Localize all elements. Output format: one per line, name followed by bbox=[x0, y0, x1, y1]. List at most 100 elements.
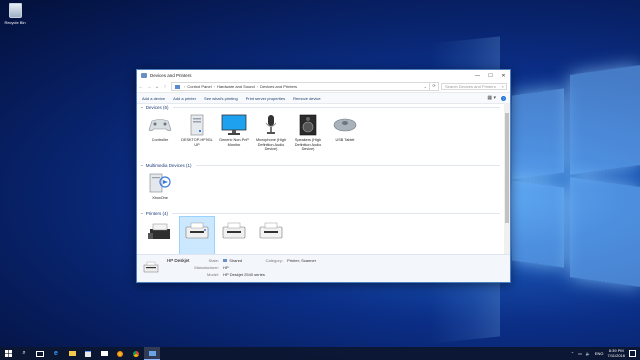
group-divider bbox=[172, 212, 500, 214]
scrollbar-thumb[interactable] bbox=[505, 113, 509, 223]
search-placeholder: Search Devices and Printers bbox=[445, 84, 496, 89]
device-item-desktop[interactable]: DESKTOP-HF9GL UP bbox=[180, 111, 214, 161]
printer-item-fax[interactable] bbox=[143, 217, 177, 254]
start-button[interactable] bbox=[0, 347, 16, 360]
file-explorer-taskbar-button[interactable] bbox=[64, 347, 80, 360]
device-item-xboxone[interactable]: XboxOne bbox=[143, 169, 177, 209]
mail-taskbar-button[interactable] bbox=[96, 347, 112, 360]
breadcrumb-dropdown-icon[interactable]: ⌄ bbox=[424, 84, 427, 89]
search-icon: ⌕ bbox=[22, 350, 26, 356]
edge-icon: e bbox=[54, 350, 58, 357]
control-panel-icon bbox=[148, 350, 156, 356]
chevron-down-icon[interactable]: ⌄ bbox=[140, 104, 144, 110]
device-item-microphone[interactable]: Microphone (High Definition Audio Device… bbox=[254, 111, 288, 161]
device-item-speakers[interactable]: Speakers (High Definition Audio Device) bbox=[291, 111, 325, 161]
refresh-icon[interactable]: ⟳ bbox=[430, 82, 439, 91]
help-icon[interactable]: ? bbox=[501, 95, 506, 101]
store-taskbar-button[interactable] bbox=[80, 347, 96, 360]
device-item-controller[interactable]: Controller bbox=[143, 111, 177, 161]
computer-tower-icon bbox=[184, 113, 210, 137]
windows-start-icon bbox=[4, 350, 12, 357]
group-title: Multimedia Devices (1) bbox=[145, 162, 192, 168]
windows-logo-pane bbox=[512, 88, 564, 180]
breadcrumb-separator-icon: › bbox=[213, 84, 215, 89]
media-device-icon bbox=[147, 171, 173, 195]
printer-item-3[interactable] bbox=[254, 217, 288, 254]
shared-icon bbox=[223, 259, 228, 262]
group-title: Devices (6) bbox=[145, 104, 169, 110]
state-row: State: Shared bbox=[189, 258, 243, 263]
manufacturer-row: Manufacturer: HP bbox=[189, 265, 228, 270]
group-header-devices[interactable]: ⌄ Devices (6) bbox=[137, 103, 504, 111]
firefox-icon bbox=[117, 350, 123, 357]
print-server-properties-button[interactable]: Print server properties bbox=[246, 96, 285, 101]
network-icon[interactable]: ▭ bbox=[578, 351, 582, 356]
minimize-button[interactable]: — bbox=[471, 70, 484, 81]
group-header-multimedia[interactable]: ⌄ Multimedia Devices (1) bbox=[137, 161, 504, 169]
breadcrumb-item[interactable]: Hardware and Sound bbox=[217, 84, 255, 89]
breadcrumb-separator-icon: › bbox=[184, 84, 186, 89]
taskbar: ⌕ e ⌃ ▭ 🔈 ENG 8:39 PM 7/11/2016 bbox=[0, 347, 640, 360]
firefox-taskbar-button[interactable] bbox=[112, 347, 128, 360]
remove-device-button[interactable]: Remove device bbox=[293, 96, 321, 101]
chrome-icon bbox=[133, 350, 139, 357]
state-label: State: bbox=[208, 258, 219, 263]
window-title: Devices and Printers bbox=[150, 73, 192, 78]
group-divider bbox=[195, 164, 500, 166]
group-header-printers[interactable]: ⌄ Printers (4) bbox=[137, 209, 504, 217]
clock[interactable]: 8:39 PM 7/11/2016 bbox=[608, 348, 626, 358]
category-row: Category: Printer; Scanner bbox=[253, 258, 316, 263]
windows-logo-pane bbox=[570, 177, 640, 287]
breadcrumb[interactable]: › Control Panel › Hardware and Sound › D… bbox=[171, 82, 430, 91]
device-label: Generic Non-PnP Monitor bbox=[219, 138, 249, 147]
maximize-button[interactable]: ☐ bbox=[484, 70, 497, 81]
category-label: Category: bbox=[265, 258, 283, 263]
view-options-icon[interactable]: ▦ ▾ bbox=[487, 95, 496, 101]
recent-locations-chevron-icon[interactable]: ⌄ bbox=[153, 84, 161, 90]
add-device-button[interactable]: Add a device bbox=[142, 96, 165, 101]
device-item-monitor[interactable]: Generic Non-PnP Monitor bbox=[217, 111, 251, 161]
speaker-icon bbox=[295, 113, 321, 137]
model-label: Model: bbox=[206, 272, 219, 277]
system-tray: ⌃ ▭ 🔈 ENG 8:39 PM 7/11/2016 bbox=[571, 348, 640, 358]
breadcrumb-item[interactable]: Devices and Printers bbox=[260, 84, 297, 89]
edge-taskbar-button[interactable]: e bbox=[48, 347, 64, 360]
state-value: Shared bbox=[229, 258, 243, 263]
printer-item-2[interactable] bbox=[217, 217, 251, 254]
recycle-bin-shortcut[interactable]: Recycle Bin bbox=[3, 3, 27, 25]
printer-item-hp-deskjet[interactable] bbox=[179, 216, 215, 254]
chevron-down-icon[interactable]: ⌄ bbox=[140, 210, 144, 216]
devices-and-printers-window: Devices and Printers — ☐ ✕ ← → ⌄ ↑ › Con… bbox=[136, 69, 511, 283]
language-indicator[interactable]: ENG bbox=[595, 351, 604, 356]
gamepad-icon bbox=[147, 113, 173, 137]
search-input[interactable]: Search Devices and Printers ⌕ bbox=[441, 83, 507, 90]
printer-icon bbox=[184, 219, 210, 243]
printer-icon bbox=[221, 219, 247, 243]
forward-arrow-icon[interactable]: → bbox=[145, 84, 153, 90]
add-printer-button[interactable]: Add a printer bbox=[173, 96, 196, 101]
windows-logo-pane bbox=[570, 65, 640, 175]
control-panel-taskbar-button[interactable] bbox=[144, 347, 160, 360]
model-value: HP Deskjet 2540 series bbox=[223, 272, 265, 277]
close-button[interactable]: ✕ bbox=[497, 70, 510, 81]
chrome-taskbar-button[interactable] bbox=[128, 347, 144, 360]
breadcrumb-item[interactable]: Control Panel bbox=[187, 84, 211, 89]
device-label: XboxOne bbox=[152, 196, 168, 200]
up-arrow-icon[interactable]: ↑ bbox=[161, 84, 169, 90]
cortana-search-button[interactable]: ⌕ bbox=[16, 347, 32, 360]
action-center-icon[interactable] bbox=[629, 350, 636, 357]
device-label: DESKTOP-HF9GL UP bbox=[181, 138, 213, 147]
vertical-scrollbar[interactable] bbox=[504, 103, 510, 254]
volume-icon[interactable]: 🔈 bbox=[586, 351, 591, 356]
task-view-icon bbox=[36, 350, 44, 357]
title-bar[interactable]: Devices and Printers — ☐ ✕ bbox=[137, 70, 510, 81]
task-view-button[interactable] bbox=[32, 347, 48, 360]
device-item-usb-tablet[interactable]: USB Tablet bbox=[328, 111, 362, 161]
device-label: Speakers (High Definition Audio Device) bbox=[294, 138, 322, 151]
manufacturer-label: Manufacturer: bbox=[194, 265, 219, 270]
device-label: Controller bbox=[151, 138, 169, 142]
show-hidden-icons-chevron-icon[interactable]: ⌃ bbox=[571, 351, 574, 356]
see-whats-printing-button[interactable]: See what's printing bbox=[204, 96, 238, 101]
back-arrow-icon[interactable]: ← bbox=[137, 84, 145, 90]
chevron-down-icon[interactable]: ⌄ bbox=[140, 162, 144, 168]
